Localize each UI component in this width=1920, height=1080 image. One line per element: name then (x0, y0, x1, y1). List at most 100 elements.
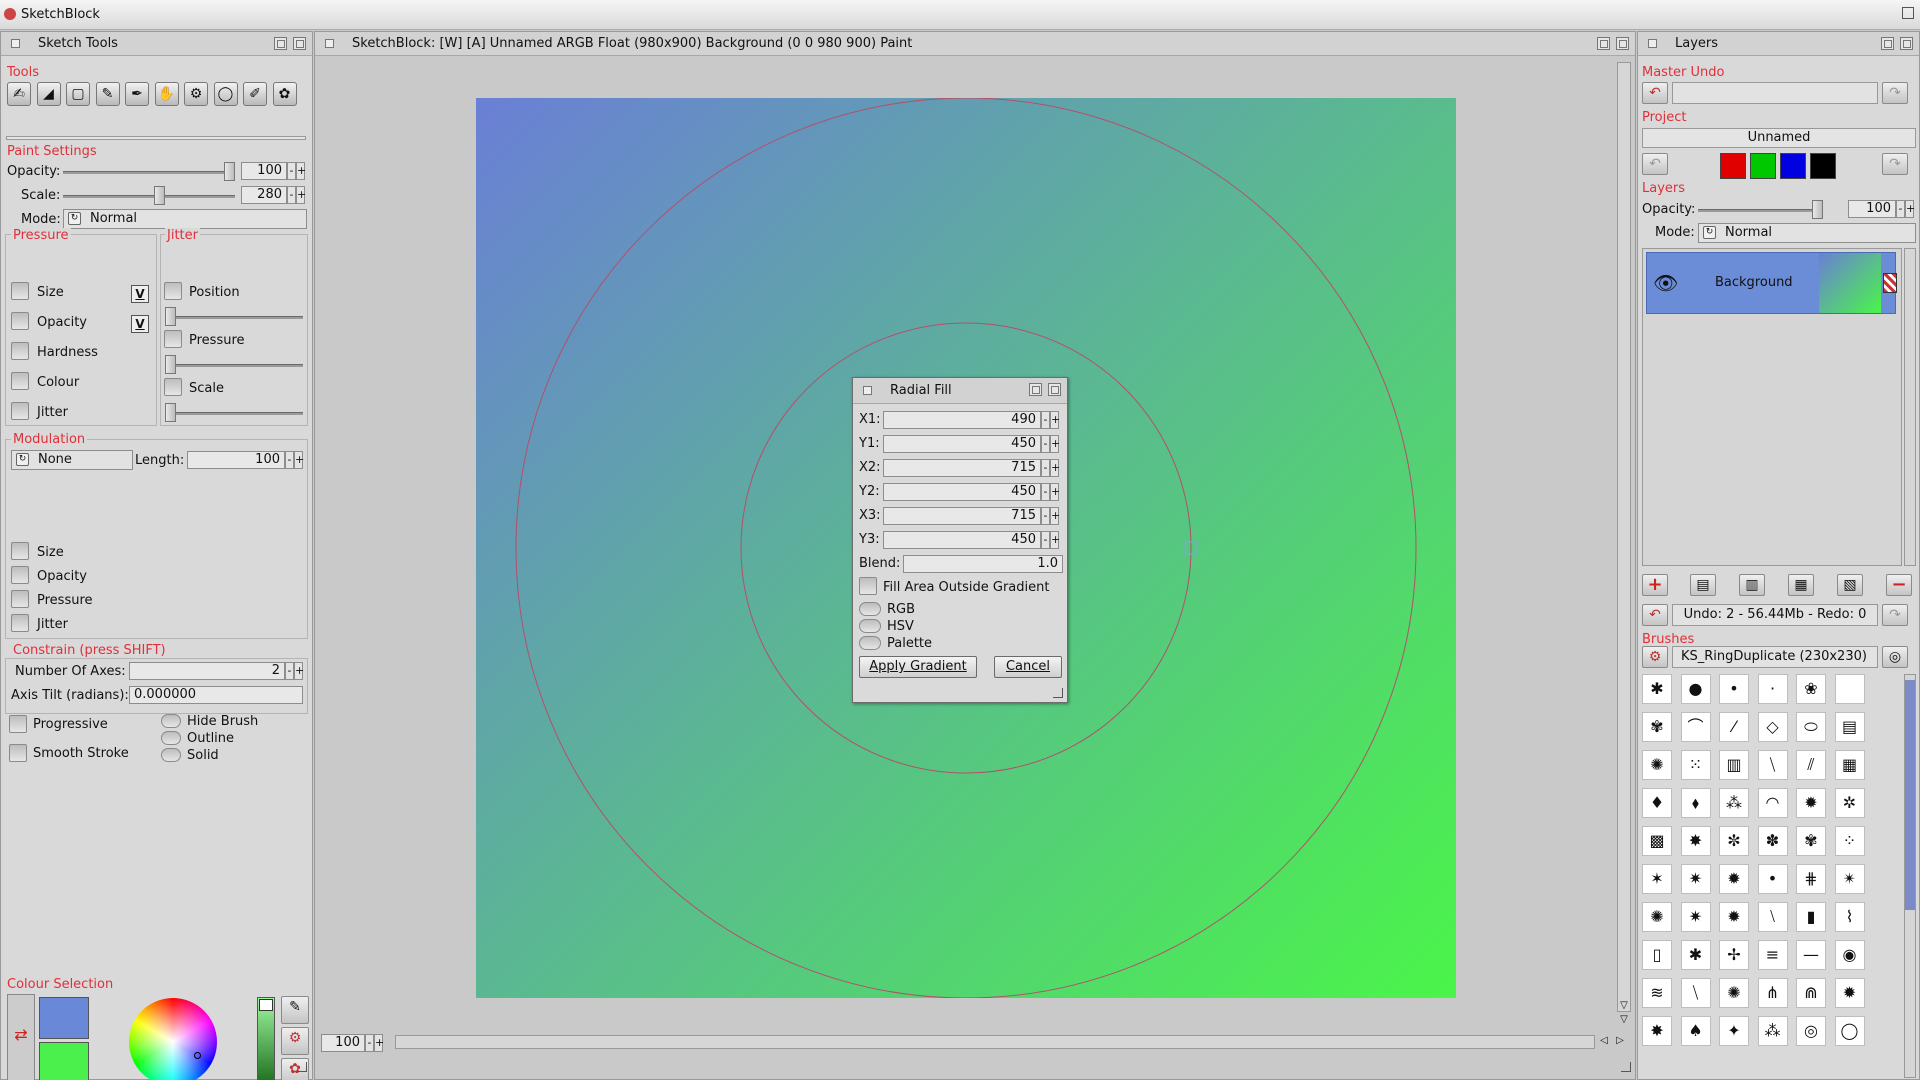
eyedropper-icon[interactable]: ✎ (281, 996, 309, 1024)
x1-decrement[interactable]: - (1041, 411, 1050, 429)
progressive-checkbox[interactable] (9, 715, 27, 733)
y1-field[interactable]: 450 (883, 435, 1041, 453)
pen-tool-icon[interactable]: ✒ (125, 82, 149, 106)
jitter-pressure-slider-thumb[interactable] (165, 355, 176, 374)
brush-preset[interactable]: ✽ (1757, 826, 1788, 856)
ring-tool-icon[interactable]: ◯ (213, 82, 238, 106)
brush-preset[interactable] (1834, 674, 1865, 704)
x3-increment[interactable]: + (1050, 507, 1060, 525)
layer-opacity-field[interactable]: 100 (1848, 200, 1896, 218)
maximize-icon[interactable] (1902, 7, 1914, 19)
brush-preset[interactable]: ✱ (1680, 940, 1711, 970)
brush-preset[interactable]: ✹ (1834, 978, 1865, 1008)
x2-increment[interactable]: + (1050, 459, 1060, 477)
modulation-size-checkbox[interactable] (11, 542, 29, 560)
project-swatch[interactable] (1810, 153, 1836, 179)
brush-preset[interactable]: ✷ (1680, 902, 1711, 932)
brush-preset[interactable]: ◉ (1834, 940, 1865, 970)
axes-decrement[interactable]: - (285, 662, 294, 680)
pressure-size-curve-button[interactable]: V (131, 285, 149, 303)
modulation-jitter-checkbox[interactable] (11, 614, 29, 632)
gradient-tool-icon[interactable]: ◢ (36, 82, 61, 106)
brush-preset[interactable]: ⌒ (1680, 712, 1711, 742)
jitter-scale-checkbox[interactable] (164, 378, 182, 396)
layer-opacity-decrement[interactable]: - (1896, 200, 1905, 218)
zoom-decrement[interactable]: - (365, 1034, 374, 1052)
axes-field[interactable]: 2 (129, 662, 285, 680)
opacity-slider-thumb[interactable] (224, 162, 235, 181)
brush-preset[interactable]: ✾ (1642, 712, 1672, 742)
brush-preset[interactable]: ⌇ (1834, 902, 1865, 932)
opacity-field[interactable]: 100 (241, 162, 287, 180)
palette-tool-icon[interactable]: ✿ (272, 82, 297, 106)
project-undo-icon[interactable]: ↶ (1642, 153, 1668, 175)
modulation-select[interactable]: ↻ None (11, 450, 133, 470)
brush-preset[interactable]: ✦ (1719, 1016, 1749, 1046)
settings-gear-icon[interactable]: ⚙ (281, 1027, 309, 1055)
opacity-slider[interactable] (63, 171, 235, 174)
brush-preset[interactable]: ▤ (1834, 712, 1865, 742)
brush-preset[interactable]: ⬭ (1796, 712, 1826, 742)
layer-row-background[interactable]: 👁 Background (1646, 252, 1897, 314)
jitter-scale-slider[interactable] (167, 412, 303, 415)
y3-decrement[interactable]: - (1041, 531, 1050, 549)
scale-decrement[interactable]: - (287, 186, 296, 204)
master-undo-icon[interactable]: ↶ (1642, 82, 1668, 104)
float-icon[interactable] (1597, 37, 1610, 50)
secondary-colour-swatch[interactable] (39, 1042, 89, 1080)
x2-decrement[interactable]: - (1041, 459, 1050, 477)
brush-preset[interactable]: ✱ (1642, 674, 1672, 704)
colour-wheel[interactable] (129, 998, 217, 1080)
brush-preset[interactable]: ✺ (1719, 978, 1749, 1008)
transform-tool-icon[interactable]: ⚙ (184, 82, 208, 106)
brush-preview-icon[interactable]: ◎ (1882, 646, 1908, 668)
brush-preset[interactable]: ▮ (1796, 902, 1826, 932)
opacity-decrement[interactable]: - (287, 162, 296, 180)
modulation-pressure-checkbox[interactable] (11, 590, 29, 608)
hide-brush-checkbox[interactable] (161, 714, 181, 728)
delete-layer-icon[interactable]: − (1886, 574, 1912, 596)
brush-preset[interactable]: ▦ (1834, 750, 1865, 780)
jitter-position-slider[interactable] (167, 316, 303, 319)
pressure-size-checkbox[interactable] (11, 282, 29, 300)
brush-preset[interactable]: ✹ (1719, 902, 1749, 932)
brush-preset[interactable]: ✾ (1796, 826, 1826, 856)
y1-increment[interactable]: + (1050, 435, 1060, 453)
opacity-increment[interactable]: + (296, 162, 306, 180)
brush-scroll-thumb[interactable] (1905, 680, 1915, 910)
smudge-tool-icon[interactable]: ✍ (7, 82, 31, 106)
layer-opacity-slider-thumb[interactable] (1812, 200, 1823, 219)
float-icon[interactable] (274, 37, 287, 50)
brush-preset[interactable]: ⁄ (1719, 712, 1749, 742)
layer-lock-icon[interactable] (1883, 273, 1897, 293)
layer-opacity-increment[interactable]: + (1905, 200, 1915, 218)
length-decrement[interactable]: - (285, 451, 294, 469)
colour-mode-palette-radio[interactable] (859, 636, 881, 650)
outline-radio[interactable] (161, 731, 181, 745)
brush-preset[interactable]: ▯ (1642, 940, 1672, 970)
brush-preset[interactable]: ♦ (1642, 788, 1672, 818)
brush-preset[interactable]: ✶ (1642, 864, 1672, 894)
panel-menu-icon[interactable] (11, 39, 20, 48)
float-icon[interactable] (1881, 37, 1894, 50)
pressure-colour-checkbox[interactable] (11, 372, 29, 390)
brush-preset[interactable]: ✺ (1642, 902, 1672, 932)
brush-preset[interactable]: ⁂ (1757, 1016, 1788, 1046)
brush-preset[interactable]: — (1796, 940, 1826, 970)
jitter-position-slider-thumb[interactable] (165, 307, 176, 326)
y3-increment[interactable]: + (1050, 531, 1060, 549)
fill-outside-checkbox[interactable] (859, 577, 877, 595)
vertical-scrollbar[interactable] (1617, 62, 1631, 1012)
merge-down-icon[interactable]: ▤ (1690, 574, 1716, 596)
mode-select[interactable]: ↻ Normal (63, 209, 307, 229)
brush-preset[interactable]: ⋕ (1796, 864, 1826, 894)
scroll-up-arrow[interactable]: ▽ (1617, 1000, 1631, 1014)
brush-preset[interactable]: ⧹ (1757, 750, 1788, 780)
brush-preset[interactable]: ✹ (1719, 864, 1749, 894)
resize-grip-icon[interactable] (1621, 1062, 1631, 1072)
layer-redo-icon[interactable]: ↷ (1882, 604, 1908, 626)
layer-mode-select[interactable]: ↻ Normal (1698, 223, 1916, 243)
y2-decrement[interactable]: - (1041, 483, 1050, 501)
pipette-tool-icon[interactable]: ✎ (95, 82, 120, 106)
axes-increment[interactable]: + (294, 662, 304, 680)
